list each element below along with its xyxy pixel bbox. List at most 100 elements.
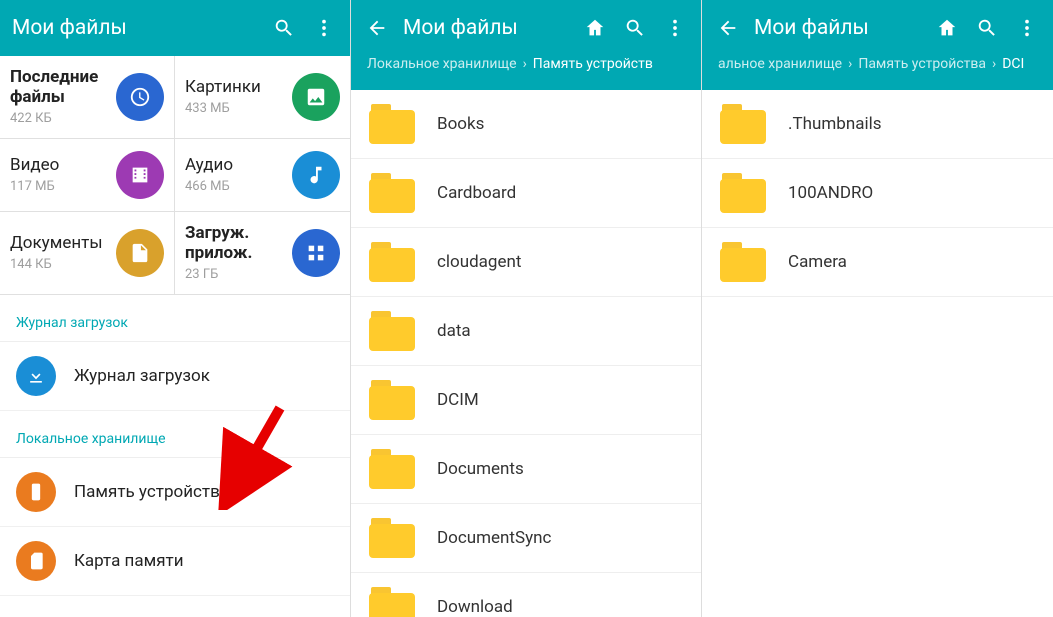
row-device-storage[interactable]: Память устройства	[0, 458, 350, 527]
row-sd-card[interactable]: Карта памяти	[0, 527, 350, 596]
section-header-local-storage: Локальное хранилище	[0, 411, 350, 458]
apps-icon	[292, 229, 340, 277]
category-cell[interactable]: Последние файлы 422 КБ	[0, 56, 175, 139]
breadcrumb-segment[interactable]: Память устройств	[533, 56, 653, 72]
category-label: Последние файлы	[10, 68, 110, 107]
home-icon[interactable]	[933, 14, 961, 42]
breadcrumb[interactable]: Локальное хранилище › Память устройств	[351, 56, 701, 90]
folder-item[interactable]: Camera	[702, 228, 1053, 297]
category-cell[interactable]: Видео 117 МБ	[0, 139, 175, 212]
panel-device-storage: Мои файлы Локальное хранилище › Память уст…	[351, 0, 702, 617]
back-icon[interactable]	[714, 14, 742, 42]
folder-name: DCIM	[437, 390, 479, 410]
folder-name: .Thumbnails	[788, 114, 882, 134]
folder-icon	[369, 173, 415, 213]
folder-item[interactable]: .Thumbnails	[702, 90, 1053, 159]
folder-name: data	[437, 321, 471, 341]
category-label: Документы	[10, 234, 110, 254]
back-icon[interactable]	[363, 14, 391, 42]
folder-item[interactable]: 100ANDRO	[702, 159, 1053, 228]
topbar: Мои файлы	[0, 0, 350, 56]
breadcrumb[interactable]: альное хранилище › Память устройства › DCI	[702, 56, 1053, 90]
app-title: Мои файлы	[403, 16, 569, 40]
folder-icon	[369, 587, 415, 617]
overflow-menu-icon[interactable]	[1013, 14, 1041, 42]
breadcrumb-segment[interactable]: альное хранилище	[718, 56, 842, 72]
row-download-history[interactable]: Журнал загрузок	[0, 342, 350, 411]
app-title: Мои файлы	[754, 16, 921, 40]
folder-icon	[369, 518, 415, 558]
breadcrumb-segment[interactable]: Локальное хранилище	[367, 56, 517, 72]
folder-name: cloudagent	[437, 252, 521, 272]
search-icon[interactable]	[973, 14, 1001, 42]
folder-icon	[720, 173, 766, 213]
row-label: Журнал загрузок	[74, 366, 210, 386]
category-cell[interactable]: Картинки 433 МБ	[175, 56, 350, 139]
category-cell[interactable]: Документы 144 КБ	[0, 212, 175, 295]
search-icon[interactable]	[270, 14, 298, 42]
clock-icon	[116, 73, 164, 121]
folder-name: DocumentSync	[437, 528, 551, 548]
category-label: Аудио	[185, 156, 286, 176]
category-size: 117 МБ	[10, 179, 110, 194]
image-icon	[292, 73, 340, 121]
folder-icon	[369, 242, 415, 282]
folder-item[interactable]: Books	[351, 90, 701, 159]
breadcrumb-segment[interactable]: DCI	[1002, 56, 1024, 72]
category-cell[interactable]: Загруж. прилож. 23 ГБ	[175, 212, 350, 295]
category-size: 23 ГБ	[185, 267, 286, 282]
folder-item[interactable]: Documents	[351, 435, 701, 504]
device-storage-icon	[16, 472, 56, 512]
category-cell[interactable]: Аудио 466 МБ	[175, 139, 350, 212]
folder-item[interactable]: Download	[351, 573, 701, 617]
folder-list[interactable]: Books Cardboard cloudagent data DCIM Document…	[351, 90, 701, 617]
folder-item[interactable]: DocumentSync	[351, 504, 701, 573]
music-icon	[292, 151, 340, 199]
category-label: Загруж. прилож.	[185, 224, 286, 263]
folder-item[interactable]: data	[351, 297, 701, 366]
video-icon	[116, 151, 164, 199]
category-size: 422 КБ	[10, 111, 110, 126]
section-header-downloads: Журнал загрузок	[0, 295, 350, 342]
category-size: 466 МБ	[185, 179, 286, 194]
breadcrumb-segment[interactable]: Память устройства	[858, 56, 986, 72]
chevron-right-icon: ›	[848, 56, 852, 72]
folder-icon	[720, 104, 766, 144]
folder-icon	[369, 449, 415, 489]
folder-name: Camera	[788, 252, 847, 272]
chevron-right-icon: ›	[992, 56, 996, 72]
category-size: 144 КБ	[10, 257, 110, 272]
category-grid: Последние файлы 422 КБ Картинки 433 МБ Видео…	[0, 56, 350, 295]
row-label: Память устройства	[74, 482, 229, 502]
folder-icon	[369, 311, 415, 351]
folder-item[interactable]: Cardboard	[351, 159, 701, 228]
category-size: 433 МБ	[185, 101, 286, 116]
overflow-menu-icon[interactable]	[661, 14, 689, 42]
download-history-icon	[16, 356, 56, 396]
folder-name: 100ANDRO	[788, 183, 873, 203]
folder-name: Cardboard	[437, 183, 516, 203]
folder-name: Books	[437, 114, 484, 134]
folder-name: Download	[437, 597, 513, 617]
folder-item[interactable]: DCIM	[351, 366, 701, 435]
topbar: Мои файлы	[351, 0, 701, 56]
panel-dcim: Мои файлы альное хранилище › Память устрой…	[702, 0, 1053, 617]
sd-card-icon	[16, 541, 56, 581]
folder-icon	[369, 380, 415, 420]
overflow-menu-icon[interactable]	[310, 14, 338, 42]
home-icon[interactable]	[581, 14, 609, 42]
folder-icon	[369, 104, 415, 144]
folder-name: Documents	[437, 459, 524, 479]
category-label: Видео	[10, 156, 110, 176]
category-label: Картинки	[185, 78, 286, 98]
folder-list[interactable]: .Thumbnails 100ANDRO Camera	[702, 90, 1053, 617]
folder-item[interactable]: cloudagent	[351, 228, 701, 297]
chevron-right-icon: ›	[523, 56, 527, 72]
folder-icon	[720, 242, 766, 282]
app-title: Мои файлы	[12, 16, 258, 40]
panel-myfiles-root: Мои файлы Последние файлы 422 КБ Картинки 4…	[0, 0, 351, 617]
row-label: Карта памяти	[74, 551, 184, 571]
topbar: Мои файлы	[702, 0, 1053, 56]
search-icon[interactable]	[621, 14, 649, 42]
doc-icon	[116, 229, 164, 277]
